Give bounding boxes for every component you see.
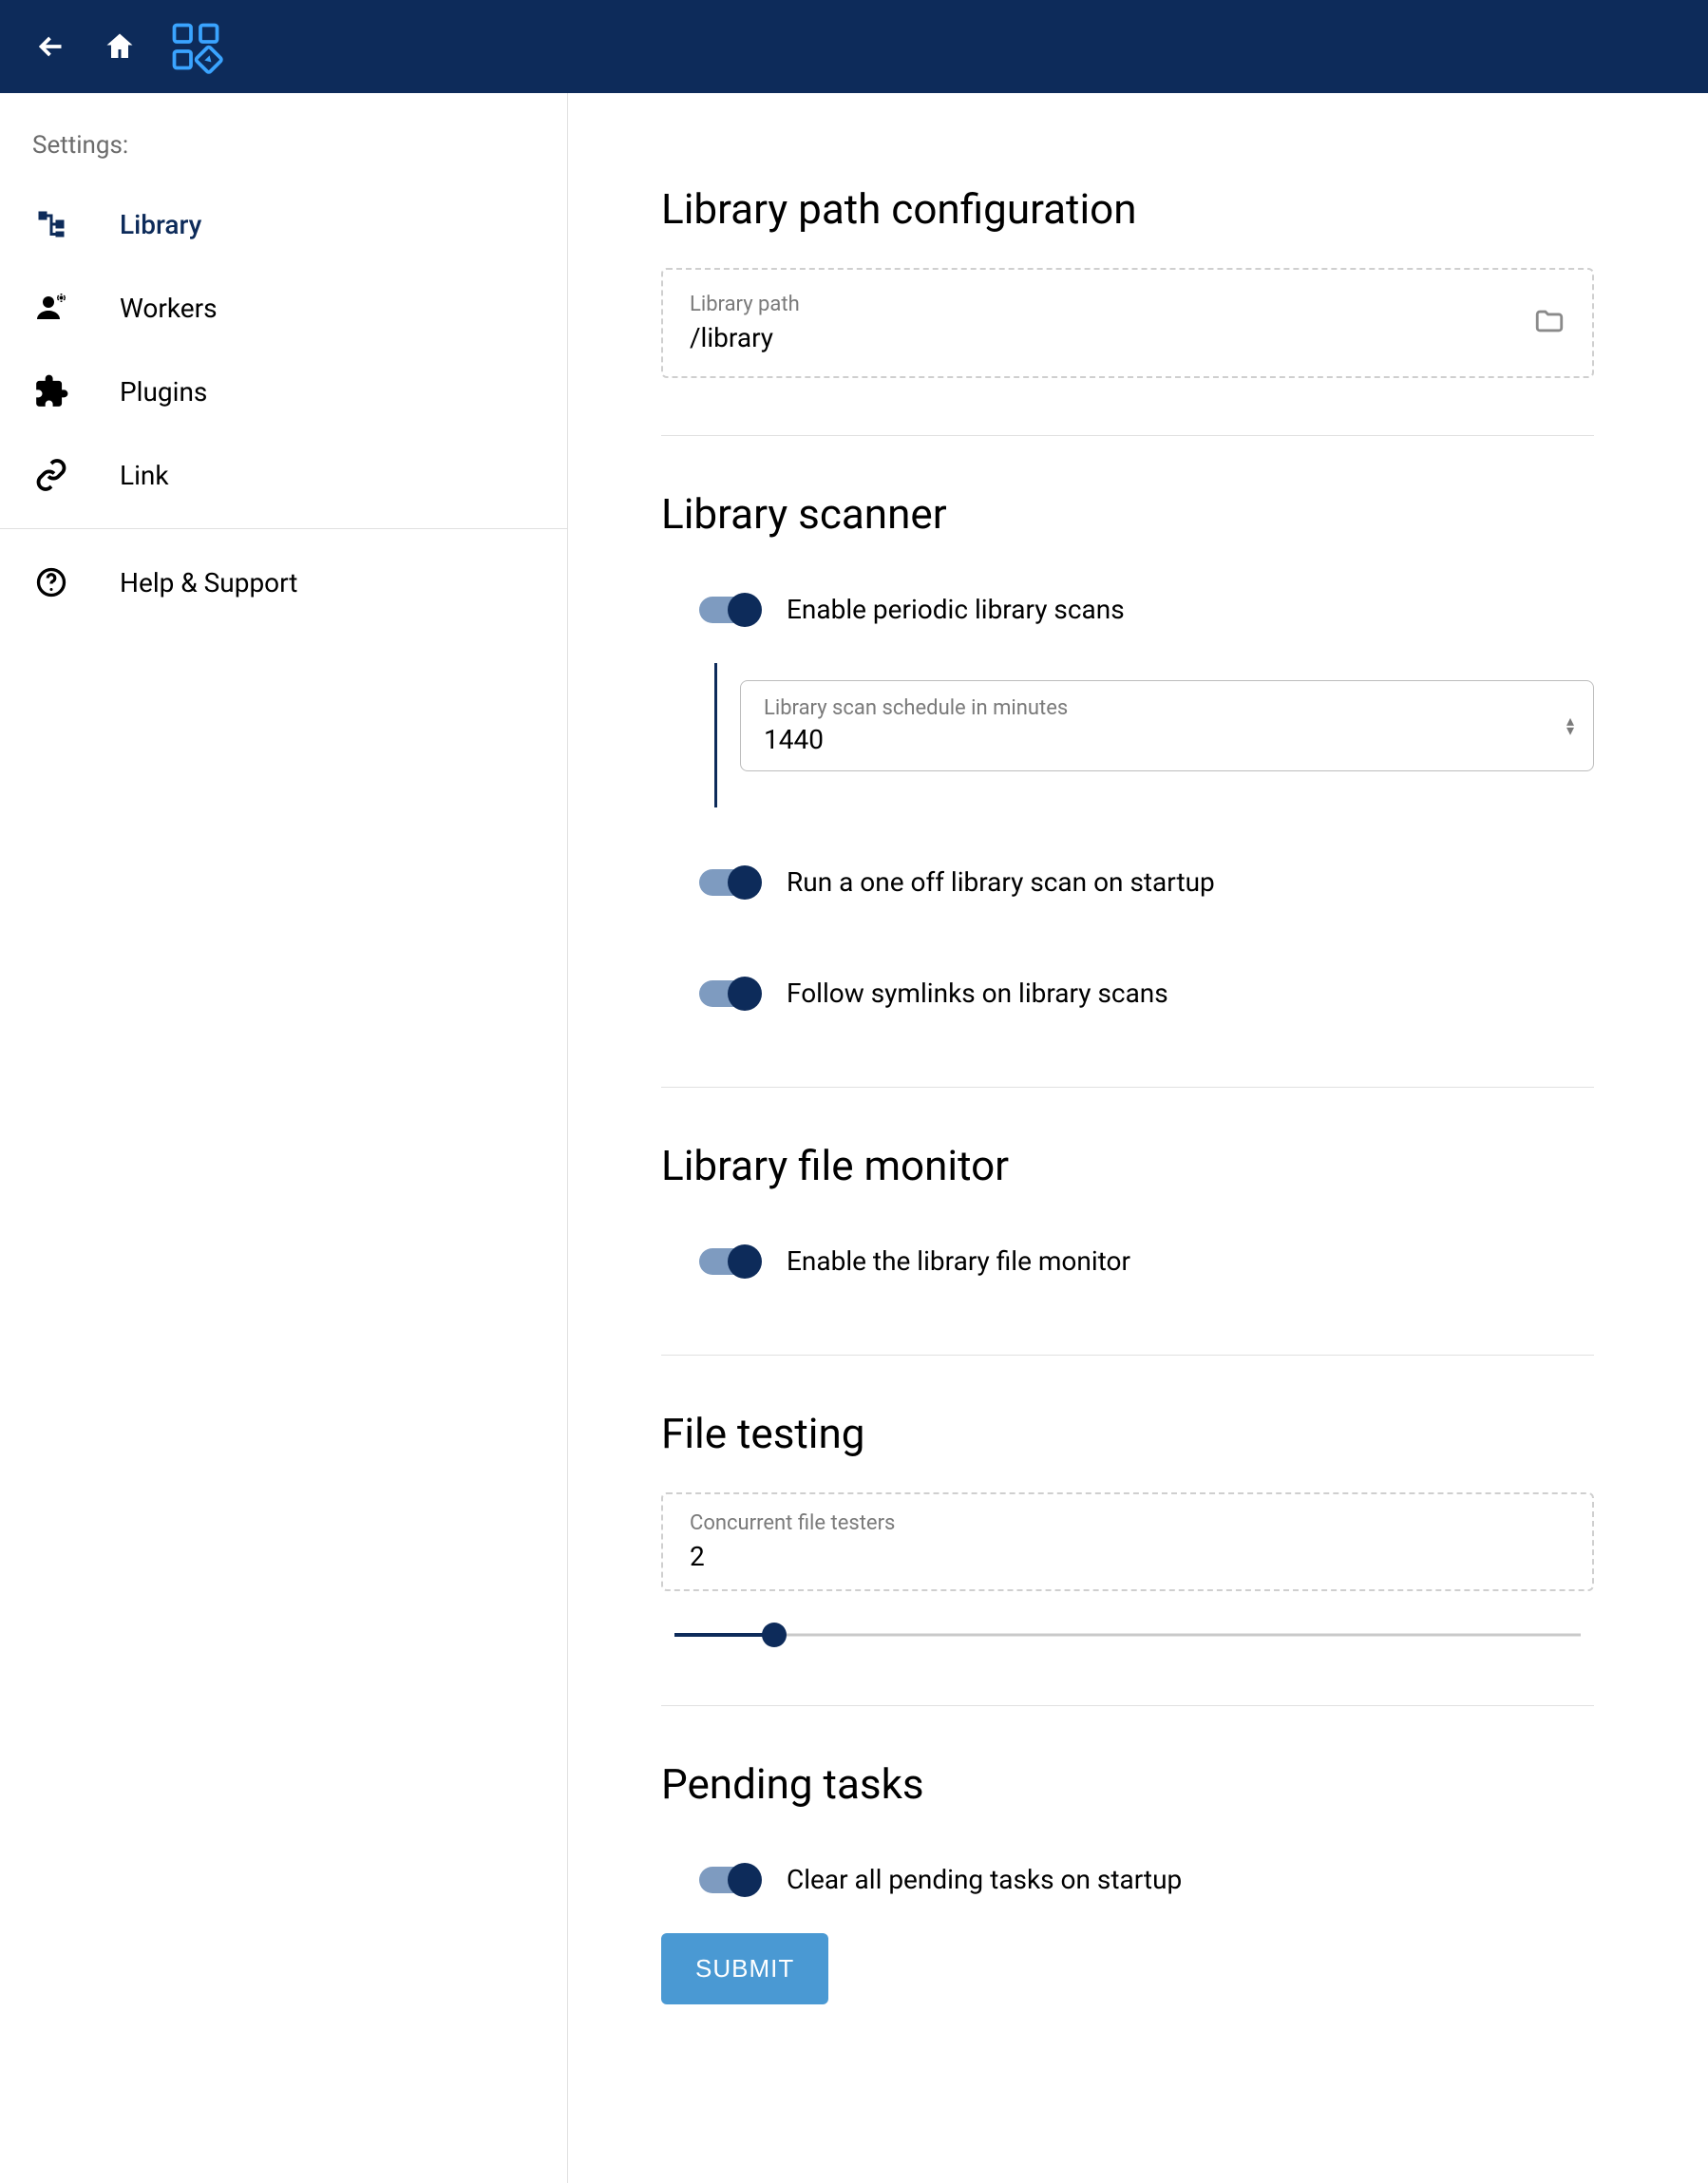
toggle-label: Run a one off library scan on startup (787, 866, 1215, 898)
divider (661, 1087, 1594, 1088)
field-label: Concurrent file testers (690, 1511, 1566, 1535)
puzzle-icon (32, 372, 70, 410)
folder-icon[interactable] (1533, 305, 1566, 341)
toggle-label: Enable periodic library scans (787, 594, 1125, 625)
slider-track (674, 1634, 1581, 1637)
sidebar-item-label: Help & Support (120, 567, 297, 598)
concurrent-testers-slider[interactable] (674, 1622, 1581, 1648)
schedule-indent: Library scan schedule in minutes 1440 ▴▾ (714, 663, 1594, 807)
slider-fill (674, 1633, 774, 1637)
section-title: Library path configuration (661, 184, 1594, 234)
home-icon (103, 29, 137, 64)
submit-button[interactable]: SUBMIT (661, 1933, 828, 2004)
section-title: Library file monitor (661, 1141, 1594, 1190)
app-logo (167, 18, 224, 75)
divider (661, 1355, 1594, 1356)
section-title: Library scanner (661, 489, 1594, 539)
toggle-label: Clear all pending tasks on startup (787, 1864, 1182, 1895)
home-button[interactable] (99, 26, 141, 67)
sidebar-item-label: Link (120, 460, 169, 491)
toggle-clear-pending: Clear all pending tasks on startup (661, 1843, 1594, 1916)
toggle-switch[interactable] (699, 1248, 760, 1275)
toggle-switch[interactable] (699, 597, 760, 623)
logo-icon (167, 18, 224, 75)
toggle-file-monitor: Enable the library file monitor (661, 1224, 1594, 1298)
help-icon (32, 563, 70, 601)
back-button[interactable] (30, 26, 72, 67)
concurrent-testers-field: Concurrent file testers 2 (661, 1492, 1594, 1591)
sidebar-item-plugins[interactable]: Plugins (0, 350, 567, 433)
section-monitor: Library file monitor Enable the library … (661, 1141, 1594, 1298)
toggle-follow-symlinks: Follow symlinks on library scans (661, 957, 1594, 1030)
sidebar: Settings: Library Workers Plugins Link (0, 93, 568, 2183)
section-pending: Pending tasks Clear all pending tasks on… (661, 1759, 1594, 2004)
tree-icon (32, 205, 70, 243)
section-title: File testing (661, 1409, 1594, 1458)
field-value: /library (690, 322, 1566, 353)
toggle-label: Enable the library file monitor (787, 1245, 1130, 1277)
sidebar-item-workers[interactable]: Workers (0, 266, 567, 350)
toggle-oneoff-scan: Run a one off library scan on startup (661, 845, 1594, 919)
toggle-switch[interactable] (699, 869, 760, 896)
section-title: Pending tasks (661, 1759, 1594, 1809)
sidebar-item-library[interactable]: Library (0, 182, 567, 266)
divider (661, 1705, 1594, 1706)
scan-schedule-field[interactable]: Library scan schedule in minutes 1440 ▴▾ (740, 680, 1594, 771)
arrow-left-icon (34, 29, 68, 64)
divider (661, 435, 1594, 436)
section-library-path: Library path configuration Library path … (661, 184, 1594, 378)
field-label: Library path (690, 293, 1566, 316)
section-file-testing: File testing Concurrent file testers 2 (661, 1409, 1594, 1648)
number-stepper-icon[interactable]: ▴▾ (1566, 716, 1574, 735)
toggle-periodic-scans: Enable periodic library scans (661, 573, 1594, 646)
slider-knob[interactable] (762, 1623, 787, 1647)
section-scanner: Library scanner Enable periodic library … (661, 489, 1594, 1030)
workers-icon (32, 289, 70, 327)
sidebar-item-label: Plugins (120, 376, 207, 408)
divider (0, 528, 567, 529)
field-value: 1440 (764, 724, 1570, 755)
link-icon (32, 456, 70, 494)
topbar (0, 0, 1708, 93)
sidebar-item-link[interactable]: Link (0, 433, 567, 517)
field-value: 2 (690, 1541, 1566, 1572)
toggle-switch[interactable] (699, 1867, 760, 1893)
toggle-label: Follow symlinks on library scans (787, 978, 1168, 1009)
library-path-field[interactable]: Library path /library (661, 268, 1594, 378)
sidebar-item-help[interactable]: Help & Support (0, 541, 567, 624)
field-label: Library scan schedule in minutes (764, 696, 1570, 720)
main-content: Library path configuration Library path … (568, 93, 1708, 2183)
sidebar-heading: Settings: (0, 120, 567, 182)
sidebar-item-label: Workers (120, 293, 218, 324)
sidebar-item-label: Library (120, 209, 201, 240)
toggle-switch[interactable] (699, 980, 760, 1007)
